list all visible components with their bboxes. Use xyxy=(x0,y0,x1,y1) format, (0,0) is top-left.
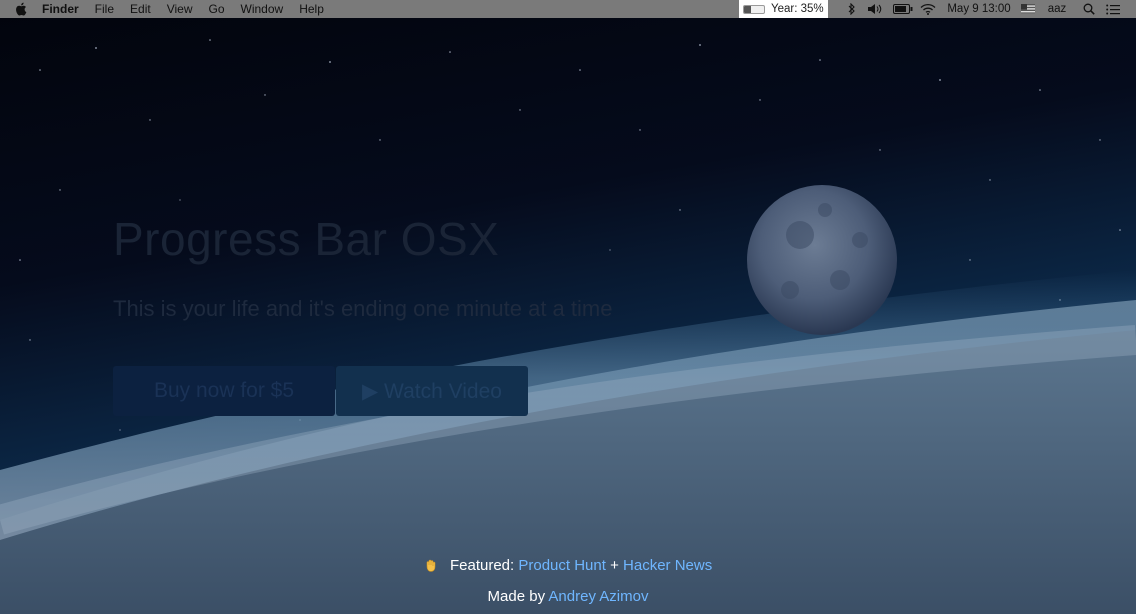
us-flag-icon[interactable] xyxy=(1020,0,1036,18)
menu-window[interactable]: Window xyxy=(233,0,292,18)
watch-video-button[interactable]: ▶ Watch Video xyxy=(336,366,528,416)
hacker-news-link[interactable]: Hacker News xyxy=(623,557,712,574)
volume-icon[interactable] xyxy=(866,0,884,18)
page-subtitle: This is your life and it's ending one mi… xyxy=(113,296,613,321)
featured-line: Featured: Product Hunt + Hacker News xyxy=(0,557,1136,574)
menu-edit[interactable]: Edit xyxy=(122,0,159,18)
made-by-line: Made by Andrey Azimov xyxy=(0,588,1136,605)
menu-finder[interactable]: Finder xyxy=(42,0,87,18)
product-hunt-link[interactable]: Product Hunt xyxy=(518,557,606,574)
battery-icon[interactable] xyxy=(893,0,913,18)
notification-center-icon[interactable] xyxy=(1104,0,1122,18)
buy-button[interactable]: Buy now for $5 xyxy=(113,366,335,416)
year-progress-label: Year: 35% xyxy=(771,3,824,15)
year-progress-widget[interactable]: Year: 35% xyxy=(739,0,828,18)
wifi-icon[interactable] xyxy=(918,0,938,18)
year-progress-bar xyxy=(743,4,765,14)
clock[interactable]: May 9 13:00 xyxy=(944,0,1014,18)
bluetooth-icon[interactable] xyxy=(845,0,859,18)
waving-hand-icon xyxy=(424,558,438,572)
menu-bar: Finder File Edit View Go Window Help Yea… xyxy=(0,0,1136,18)
featured-label: Featured: xyxy=(449,557,515,574)
menu-file[interactable]: File xyxy=(87,0,122,18)
plus-sign: + xyxy=(610,557,619,574)
menu-go[interactable]: Go xyxy=(201,0,233,18)
author-link[interactable]: Andrey Azimov xyxy=(548,588,648,605)
spotlight-search-icon[interactable] xyxy=(1081,0,1097,18)
made-by-label: Made by xyxy=(487,588,546,605)
menu-view[interactable]: View xyxy=(159,0,201,18)
apple-icon[interactable] xyxy=(14,2,28,16)
user-name[interactable]: aaz xyxy=(1044,0,1070,18)
menu-help[interactable]: Help xyxy=(291,0,332,18)
page-title: Progress Bar OSX xyxy=(113,213,500,265)
